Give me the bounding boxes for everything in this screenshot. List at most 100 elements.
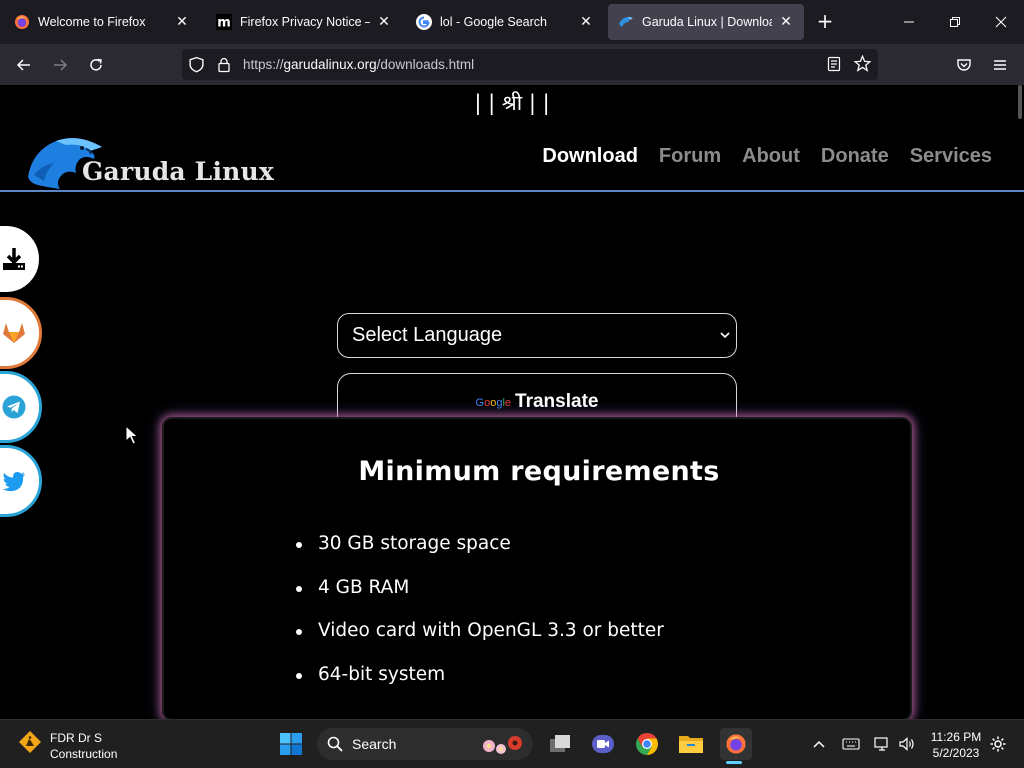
address-bar[interactable]: https://garudalinux.org/downloads.html [182, 49, 878, 80]
video-chat-icon [592, 735, 614, 753]
requirements-list: 30 GB storage space 4 GB RAM Video card … [296, 533, 664, 708]
garuda-eagle-icon [618, 14, 634, 30]
list-item: Video card with OpenGL 3.3 or better [296, 620, 664, 664]
url-text[interactable]: https://garudalinux.org/downloads.html [243, 49, 474, 80]
bookmark-star-icon[interactable] [853, 54, 872, 76]
language-select-value: Select Language [352, 324, 503, 346]
hamburger-menu-icon [994, 60, 1006, 70]
close-icon[interactable]: ✕ [778, 14, 794, 30]
flowers-icon [483, 736, 522, 754]
nav-services[interactable]: Services [910, 145, 992, 168]
close-icon[interactable]: ✕ [578, 14, 594, 30]
web-page: | | श्री | | Garuda Linux Download Forum… [0, 85, 1024, 719]
task-view-icon [550, 735, 570, 752]
notification-settings-icon [990, 736, 1006, 752]
twitter-social-button[interactable] [0, 445, 42, 517]
notifications-button[interactable] [984, 730, 1012, 758]
shri-invocation: | | श्री | | [474, 91, 550, 115]
search-label: Search [352, 736, 397, 752]
twitter-icon [2, 472, 26, 492]
show-hidden-icons-button[interactable] [805, 730, 833, 758]
windows-taskbar: FDR Dr S Construction Search 11:26 PM 5/… [0, 719, 1024, 768]
gitlab-icon [3, 323, 25, 343]
nav-donate[interactable]: Donate [821, 145, 889, 168]
teams-chat-button[interactable] [589, 730, 617, 758]
weather-line-2: Construction [50, 747, 118, 761]
chrome-button[interactable] [633, 730, 661, 758]
new-tab-button[interactable]: + [814, 11, 836, 33]
telegram-icon [2, 395, 26, 419]
tab-garuda-download[interactable]: Garuda Linux | Download ✕ [608, 4, 804, 40]
list-item: 4 GB RAM [296, 577, 664, 621]
mouse-cursor-icon [125, 424, 139, 449]
tab-title: Firefox Privacy Notice — M [240, 15, 370, 29]
weather-line-1: FDR Dr S [50, 731, 102, 745]
download-social-button[interactable] [0, 223, 42, 295]
telegram-social-button[interactable] [0, 371, 42, 443]
logo-text: Garuda Linux [82, 157, 275, 186]
svg-text:m: m [217, 16, 231, 31]
task-view-button[interactable] [546, 730, 574, 758]
weather-widget[interactable]: FDR Dr S Construction [18, 730, 117, 762]
reader-view-icon[interactable] [826, 56, 842, 76]
reload-button[interactable] [82, 51, 110, 79]
arrow-right-icon [54, 59, 68, 71]
volume-button[interactable] [893, 730, 921, 758]
start-button[interactable] [277, 730, 305, 758]
minimize-icon [904, 21, 914, 23]
requirements-card: Minimum requirements 30 GB storage space… [162, 417, 912, 719]
language-select[interactable]: Select Language [337, 313, 737, 358]
forward-button[interactable] [46, 51, 74, 79]
restore-icon [950, 17, 960, 27]
tab-title: lol - Google Search [440, 15, 548, 29]
network-button[interactable] [868, 730, 896, 758]
file-explorer-button[interactable] [677, 730, 705, 758]
firefox-taskbar-button[interactable] [720, 728, 752, 760]
nav-forum[interactable]: Forum [659, 145, 721, 168]
tab-privacy-notice[interactable]: m Firefox Privacy Notice — M ✕ [206, 4, 402, 40]
chevron-down-icon [720, 327, 730, 342]
back-button[interactable] [10, 51, 38, 79]
shield-icon[interactable] [188, 56, 205, 77]
tab-google-search[interactable]: lol - Google Search ✕ [406, 4, 604, 40]
firefox-icon [14, 14, 30, 30]
restore-button[interactable] [940, 8, 970, 36]
tab-strip: Welcome to Firefox ✕ m Firefox Privacy N… [0, 0, 1024, 44]
tab-title: Garuda Linux | Download [642, 15, 772, 29]
main-nav: Download Forum About Donate Services [521, 145, 992, 168]
active-app-indicator [726, 761, 742, 764]
app-menu-button[interactable] [986, 51, 1014, 79]
speaker-icon [899, 737, 914, 751]
clock-date: 5/2/2023 [932, 746, 980, 760]
close-icon[interactable]: ✕ [174, 14, 190, 30]
keyboard-button[interactable] [837, 730, 865, 758]
nav-about[interactable]: About [742, 145, 800, 168]
lock-icon[interactable] [216, 56, 232, 77]
nav-download[interactable]: Download [542, 145, 638, 168]
pocket-button[interactable] [950, 51, 978, 79]
minimize-button[interactable] [894, 8, 924, 36]
firefox-icon [726, 734, 746, 754]
header-divider [0, 190, 1024, 192]
requirements-title: Minimum requirements [358, 456, 720, 487]
tab-welcome[interactable]: Welcome to Firefox ✕ [4, 4, 200, 40]
gitlab-social-button[interactable] [0, 297, 42, 369]
close-window-button[interactable] [986, 8, 1016, 36]
clock[interactable]: 11:26 PM 5/2/2023 [926, 729, 986, 761]
list-item: 30 GB storage space [296, 533, 664, 577]
list-item: 64-bit system [296, 664, 664, 708]
arrow-left-icon [16, 59, 30, 71]
road-construction-icon [19, 731, 41, 753]
close-icon [995, 16, 1007, 28]
pocket-icon [957, 59, 971, 71]
navigation-toolbar: https://garudalinux.org/downloads.html [0, 44, 1024, 85]
tab-title: Welcome to Firefox [38, 15, 146, 29]
keyboard-icon [842, 738, 860, 750]
translate-label: Translate [515, 390, 599, 412]
garuda-logo[interactable]: Garuda Linux [26, 129, 274, 191]
chrome-icon [636, 733, 658, 755]
close-icon[interactable]: ✕ [376, 14, 392, 30]
reload-icon [90, 58, 102, 71]
taskbar-search[interactable]: Search [317, 728, 533, 760]
search-icon [327, 736, 343, 752]
